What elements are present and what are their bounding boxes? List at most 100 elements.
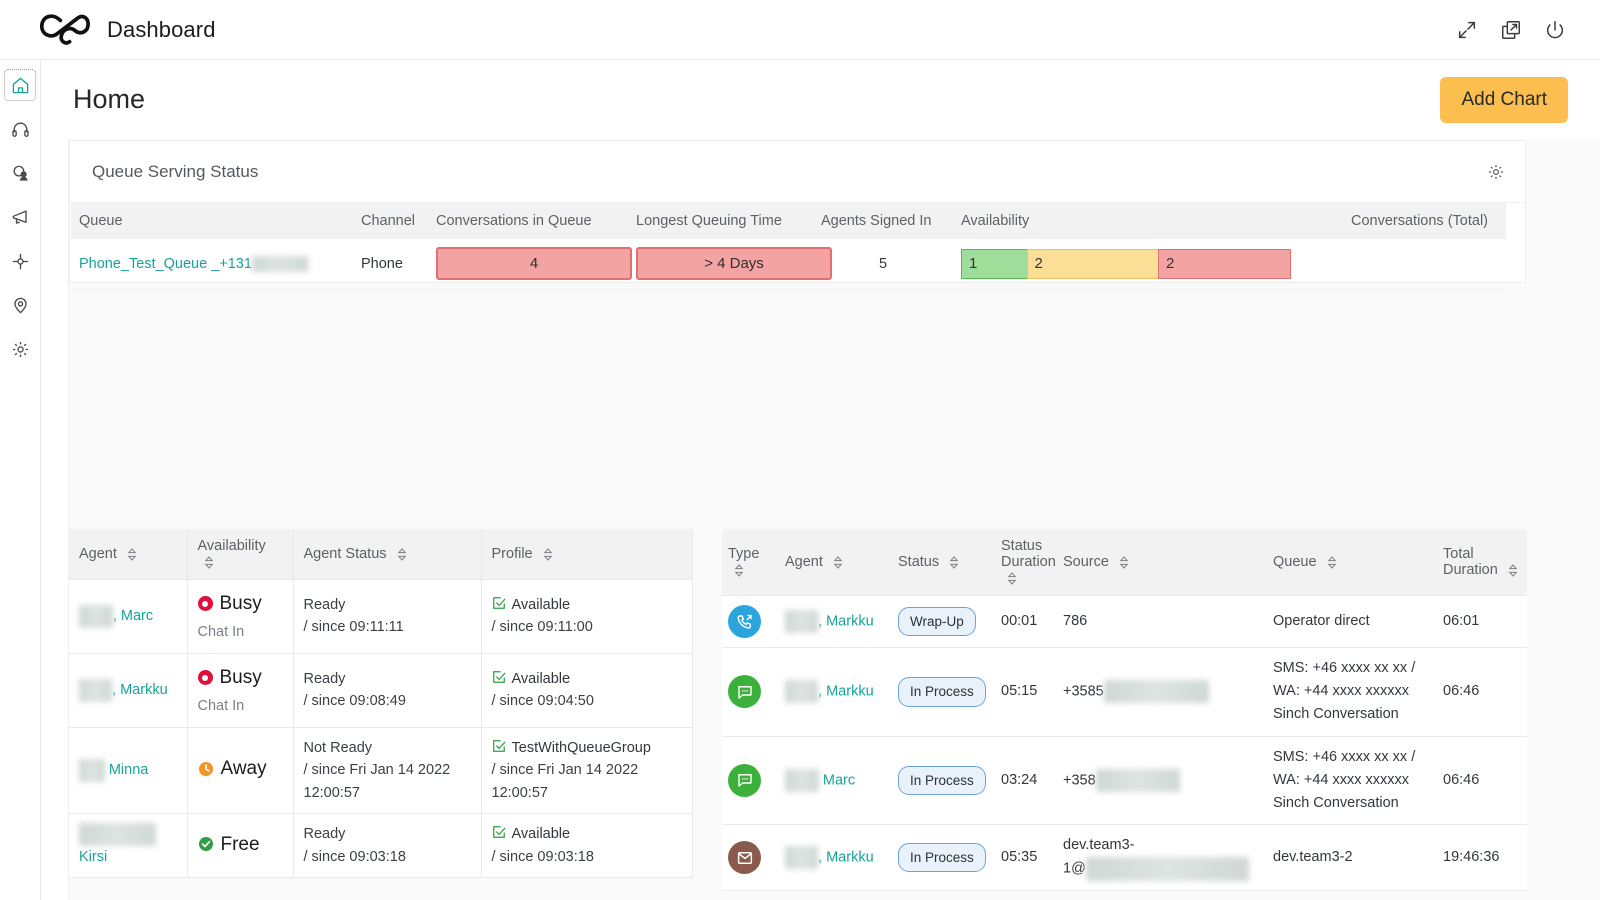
away-clock-icon [198,761,214,777]
email-icon [728,841,761,875]
col-total-duration-label: Total Duration [1443,546,1498,578]
col-source[interactable]: Source [1057,529,1267,596]
sort-icon[interactable] [1327,555,1337,569]
queue-name-link[interactable]: Phone_Test_Queue _+131 [79,256,252,272]
col-conversations-in-queue[interactable]: Conversations in Queue [428,203,628,239]
agent-name-link[interactable]: , Marc [113,608,153,624]
col-total-duration[interactable]: Total Duration [1437,529,1527,596]
availability-value: Busy [197,589,285,618]
queue-line: SMS: +46 xxxx xx xx / [1273,748,1416,765]
profile-since: / since 09:04:50 [491,693,594,710]
cell-status-duration: 00:01 [995,595,1057,648]
queue-line: WA: +44 xxxx xxxxxx [1273,771,1410,788]
col-agent[interactable]: Agent [779,529,892,596]
col-conversations-total[interactable]: Conversations (Total) [1343,203,1506,239]
col-type[interactable]: Type [722,529,779,596]
checkbox-check-icon [492,668,506,684]
status-since: / since 09:11:11 [303,619,404,636]
availability-bar: 1 2 2 [961,248,1291,279]
cell-status: Wrap-Up [892,595,995,648]
col-status[interactable]: Status [892,529,995,596]
cell-availability: Busy Chat In [187,579,294,654]
col-queue[interactable]: Queue [71,203,353,239]
col-agents-signed-in[interactable]: Agents Signed In [813,203,953,239]
sidebar-item-flows[interactable] [4,245,36,277]
sidebar-item-contacts[interactable] [4,157,36,189]
gear-icon [11,340,30,359]
col-status-label: Status [898,554,940,570]
sort-icon[interactable] [543,547,553,561]
table-row: Tesi Minna Away Not Ready / since Fri Ja… [69,727,693,815]
cell-queue: dev.team3-2 [1267,824,1437,891]
source-line2-text: 1@ [1063,860,1086,877]
sort-icon[interactable] [397,547,407,561]
sidebar-item-home[interactable] [4,69,36,101]
col-availability[interactable]: Availability [953,203,1343,239]
top-bar: Dashboard [0,0,1600,60]
expand-fullscreen-icon[interactable] [1456,19,1478,41]
gear-icon[interactable] [1487,163,1505,181]
sidebar-item-settings[interactable] [4,333,36,365]
sort-icon[interactable] [127,547,137,561]
agent-name-link[interactable]: , Markku [112,682,168,698]
col-agent-label: Agent [785,554,823,570]
queue-line: dev.team3-2 [1273,848,1353,865]
availability-label: Busy [219,593,262,614]
sort-icon[interactable] [204,555,214,569]
col-channel[interactable]: Channel [353,203,428,239]
queue-name-redacted: 9147365 [251,255,309,272]
cell-conversations-in-queue: 4 [428,239,632,290]
sort-icon[interactable] [833,555,843,569]
sort-icon[interactable] [1007,571,1017,585]
cell-type [722,736,779,826]
checkbox-check-icon [492,737,506,753]
sort-icon[interactable] [734,563,744,577]
agent-name-redacted: Halin [785,679,819,704]
col-agent[interactable]: Agent [69,529,188,580]
conversations-table: Type Agent Status Status Duration Source… [722,529,1527,891]
profile-label: Available [511,826,571,843]
source-value: dev.team3- [1063,837,1135,854]
col-status-duration[interactable]: Status Duration [995,529,1057,596]
cell-profile: Available / since 09:11:00 [481,579,693,654]
cell-queue-name: Phone_Test_Queue _+1319147365 [71,239,353,290]
sort-icon[interactable] [1508,563,1518,577]
cell-status-duration: 03:24 [995,736,1057,826]
conversations-table-card: Type Agent Status Status Duration Source… [722,529,1527,891]
source-value: 786 [1063,612,1088,629]
agent-name-redacted: Cirus [785,768,819,792]
agent-name-redacted: Vaalenhorn, [79,823,157,846]
open-in-new-window-icon[interactable] [1500,19,1522,41]
sidebar-item-locations[interactable] [4,289,36,321]
col-agent-status[interactable]: Agent Status [293,529,482,580]
status-since: / since Fri Jan 14 2022 12:00:57 [303,762,451,801]
power-logout-icon[interactable] [1544,19,1566,41]
cell-profile: TestWithQueueGroup / since Fri Jan 14 20… [481,727,693,815]
table-row: Vaalenhorn, Kirsi Free Ready [69,813,693,879]
agent-name-link[interactable]: Marc [819,772,855,788]
sort-icon[interactable] [949,555,959,569]
col-longest-queuing-time[interactable]: Longest Queuing Time [628,203,813,239]
profile-label: TestWithQueueGroup [511,739,651,756]
col-profile[interactable]: Profile [481,529,693,580]
sidebar-item-campaigns[interactable] [4,201,36,233]
add-chart-button[interactable]: Add Chart [1440,76,1568,123]
sort-icon[interactable] [1119,555,1129,569]
agent-name-link[interactable]: , Markku [818,849,874,865]
agent-name-link[interactable]: , Markku [818,683,874,699]
col-availability-label: Availability [197,538,266,554]
col-availability[interactable]: Availability [187,529,294,580]
agent-name-redacted: Halin [785,609,819,633]
cell-agent-status: Ready / since 09:11:11 [293,579,482,654]
agent-name-link[interactable]: Kirsi [79,849,107,865]
agent-name-link[interactable]: , Markku [818,613,874,629]
agent-name-link[interactable]: Minna [105,762,149,778]
cell-queue: SMS: +46 xxxx xx xx / WA: +44 xxxx xxxxx… [1267,647,1437,737]
profile-label: Available [511,596,571,613]
page-title: Home [73,84,146,114]
cell-availability: Busy Chat In [187,653,294,728]
sidebar-item-headset[interactable] [4,113,36,145]
cell-agent: Tesi Minna [69,727,188,815]
cell-longest-queuing-time: > 4 Days [628,239,832,290]
col-queue[interactable]: Queue [1267,529,1437,596]
